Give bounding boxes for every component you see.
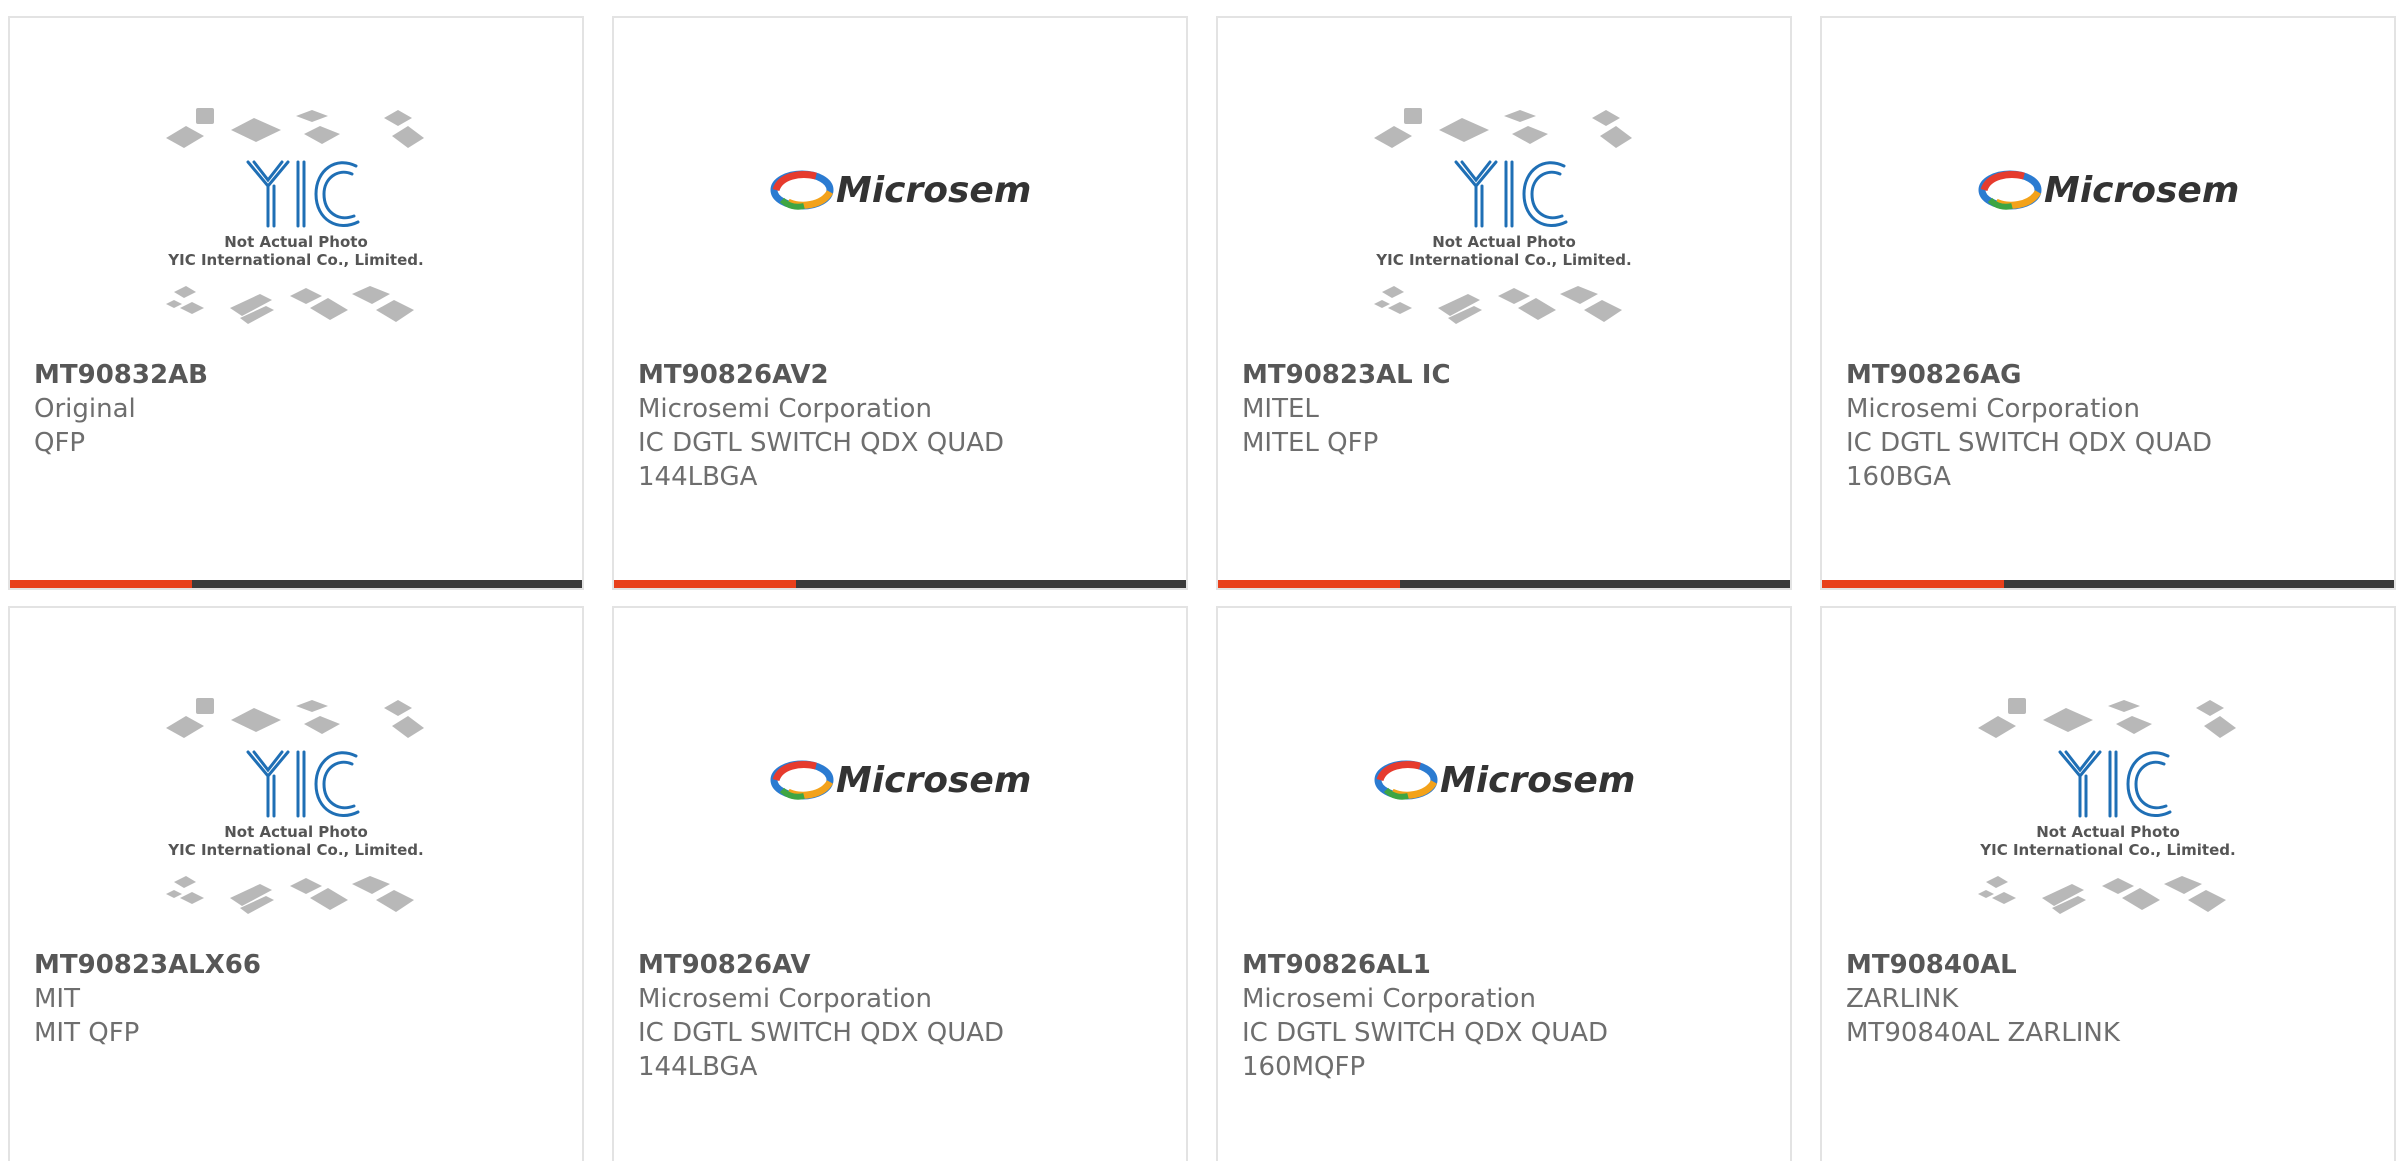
microsemi-logo-text: Microsemi	[836, 760, 1030, 801]
product-info: MT90826AL1 Microsemi Corporation IC DGTL S…	[1242, 948, 1770, 1084]
product-info: MT90826AV2 Microsemi Corporation IC DGTL S…	[638, 358, 1166, 494]
part-number[interactable]: MT90823ALX66	[34, 948, 562, 982]
microsemi-logo-image: Microsemi	[1374, 760, 1634, 801]
part-number[interactable]: MT90823AL IC	[1242, 358, 1770, 392]
manufacturer: MIT	[34, 984, 80, 1014]
yic-line2: YIC International Co., Limited.	[1979, 841, 2235, 859]
microsemi-logo-image: Microsemi	[770, 170, 1030, 211]
yic-placeholder-image: Not Actual Photo YIC International Co., …	[1374, 108, 1632, 324]
yic-placeholder-image: Not Actual Photo YIC International Co., …	[166, 108, 424, 324]
description-line: 160BGA	[1846, 462, 1951, 492]
part-number[interactable]: MT90826AV2	[638, 358, 1166, 392]
product-info: MT90826AG Microsemi Corporation IC DGTL SW…	[1846, 358, 2374, 494]
manufacturer: Original	[34, 394, 136, 424]
card-accent-bar	[10, 580, 192, 588]
product-info: MT90823AL IC MITEL MITEL QFP	[1242, 358, 1770, 460]
product-card[interactable]: Microsemi MT90826AG Microsemi Corporation…	[1820, 16, 2396, 590]
card-accent-bar	[614, 580, 796, 588]
yic-line2: YIC International Co., Limited.	[167, 251, 423, 269]
card-accent-bar	[1218, 580, 1400, 588]
description-line: IC DGTL SWITCH QDX QUAD	[638, 428, 1005, 458]
microsemi-logo-image: Microsemi	[770, 760, 1030, 801]
description-line: MITEL QFP	[1242, 428, 1379, 458]
yic-line1: Not Actual Photo	[1432, 233, 1576, 251]
yic-line2: YIC International Co., Limited.	[167, 841, 423, 859]
description-line: 144LBGA	[638, 1052, 758, 1082]
part-number[interactable]: MT90826AV	[638, 948, 1166, 982]
product-grid: Not Actual Photo YIC International Co., …	[0, 0, 2400, 1161]
product-card[interactable]: Not Actual Photo YIC International Co., …	[1820, 606, 2396, 1161]
manufacturer: Microsemi Corporation	[1846, 394, 2140, 424]
part-number[interactable]: MT90826AL1	[1242, 948, 1770, 982]
description-line: 160MQFP	[1242, 1052, 1366, 1082]
description-line: MT90840AL ZARLINK	[1846, 1018, 2120, 1048]
product-info: MT90823ALX66 MIT MIT QFP	[34, 948, 562, 1050]
manufacturer: Microsemi Corporation	[638, 984, 932, 1014]
product-card[interactable]: Microsemi MT90826AV Microsemi Corporation…	[612, 606, 1188, 1161]
card-accent-bar	[1822, 580, 2004, 588]
card-bottom-bar	[1218, 580, 1790, 588]
yic-line2: YIC International Co., Limited.	[1375, 251, 1631, 269]
yic-line1: Not Actual Photo	[224, 823, 368, 841]
microsemi-logo-text: Microsemi	[1440, 760, 1634, 801]
description-line: QFP	[34, 428, 86, 458]
product-card[interactable]: Microsemi MT90826AV2 Microsemi Corporatio…	[612, 16, 1188, 590]
product-card[interactable]: Not Actual Photo YIC International Co., …	[8, 606, 584, 1161]
product-image[interactable]: Not Actual Photo YIC International Co., …	[1218, 104, 1790, 374]
card-bottom-bar	[1822, 580, 2394, 588]
microsemi-logo-text: Microsemi	[836, 170, 1030, 211]
yic-line1: Not Actual Photo	[2036, 823, 2180, 841]
product-info: MT90832AB Original QFP	[34, 358, 562, 460]
product-card[interactable]: Not Actual Photo YIC International Co., …	[1216, 16, 1792, 590]
card-bottom-bar	[614, 580, 1186, 588]
description-line: MIT QFP	[34, 1018, 140, 1048]
manufacturer: Microsemi Corporation	[638, 394, 932, 424]
description-line: IC DGTL SWITCH QDX QUAD	[638, 1018, 1005, 1048]
card-bottom-bar	[10, 580, 582, 588]
microsemi-logo-text: Microsemi	[2044, 170, 2238, 211]
product-image[interactable]: Not Actual Photo YIC International Co., …	[10, 104, 582, 374]
product-image[interactable]: Not Actual Photo YIC International Co., …	[10, 694, 582, 964]
part-number[interactable]: MT90826AG	[1846, 358, 2374, 392]
part-number[interactable]: MT90832AB	[34, 358, 562, 392]
description-line: IC DGTL SWITCH QDX QUAD	[1846, 428, 2213, 458]
product-card[interactable]: Microsemi MT90826AL1 Microsemi Corporatio…	[1216, 606, 1792, 1161]
description-line: 144LBGA	[638, 462, 758, 492]
description-line: IC DGTL SWITCH QDX QUAD	[1242, 1018, 1609, 1048]
manufacturer: ZARLINK	[1846, 984, 1959, 1014]
yic-line1: Not Actual Photo	[224, 233, 368, 251]
manufacturer: Microsemi Corporation	[1242, 984, 1536, 1014]
microsemi-logo-image: Microsemi	[1978, 170, 2238, 211]
part-number[interactable]: MT90840AL	[1846, 948, 2374, 982]
yic-placeholder-image: Not Actual Photo YIC International Co., …	[1978, 698, 2236, 914]
product-image[interactable]: Not Actual Photo YIC International Co., …	[1822, 694, 2394, 964]
product-info: MT90826AV Microsemi Corporation IC DGTL SW…	[638, 948, 1166, 1084]
product-card[interactable]: Not Actual Photo YIC International Co., …	[8, 16, 584, 590]
yic-placeholder-image: Not Actual Photo YIC International Co., …	[166, 698, 424, 914]
product-info: MT90840AL ZARLINK MT90840AL ZARLINK	[1846, 948, 2374, 1050]
manufacturer: MITEL	[1242, 394, 1319, 424]
